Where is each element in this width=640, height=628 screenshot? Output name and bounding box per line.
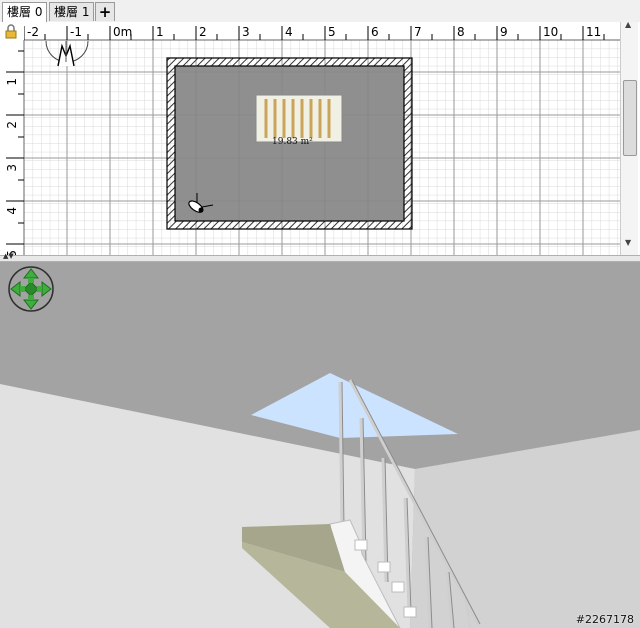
- scroll-down-icon[interactable]: ▼: [625, 238, 631, 247]
- lock-icon[interactable]: [0, 22, 24, 40]
- level-tab-bar: 樓層 0 樓層 1 +: [0, 0, 640, 23]
- ruler-h-label: 3: [242, 25, 250, 39]
- ruler-h-label: 1: [156, 25, 164, 39]
- scroll-thumb[interactable]: [623, 80, 637, 156]
- ruler-h-label: 4: [285, 25, 293, 39]
- ruler-h-label: -1: [70, 25, 82, 39]
- staircase[interactable]: [255, 94, 343, 143]
- plan-vertical-scrollbar[interactable]: ▲ ▼: [620, 22, 638, 255]
- ruler-h-label: 6: [371, 25, 379, 39]
- tab-level-1[interactable]: 樓層 1: [49, 2, 95, 21]
- ruler-h-label: 5: [328, 25, 336, 39]
- navigation-arrows-icon[interactable]: [8, 266, 54, 312]
- splitter-arrows-icon[interactable]: ▲▼: [3, 253, 14, 260]
- add-level-button[interactable]: +: [95, 2, 115, 21]
- view-splitter[interactable]: ▲▼: [0, 253, 640, 262]
- watermark-text: #2267178: [575, 613, 634, 626]
- ruler-v-label: 4: [5, 207, 19, 215]
- room-area-label: 19.83 m²: [272, 137, 313, 147]
- ruler-h-label: 8: [457, 25, 465, 39]
- ruler-h-label: 0m: [113, 25, 132, 39]
- ruler-h-label: 10: [543, 25, 558, 39]
- plan-canvas[interactable]: -2 -1 0m 1 2 3 4 5 6 7 8 9 10 11 1 2 3 4…: [0, 22, 640, 255]
- ruler-h-label: 9: [500, 25, 508, 39]
- 3d-canvas[interactable]: [0, 262, 640, 628]
- ruler-h-label: -2: [27, 25, 39, 39]
- scroll-up-icon[interactable]: ▲: [625, 22, 631, 29]
- view-3d[interactable]: #2267178: [0, 262, 640, 628]
- ruler-h-label: 7: [414, 25, 422, 39]
- horizontal-ruler: [0, 22, 620, 40]
- ruler-v-label: 3: [5, 164, 19, 172]
- ruler-h-label: 11: [586, 25, 601, 39]
- ruler-h-label: 2: [199, 25, 207, 39]
- ruler-v-label: 1: [5, 78, 19, 86]
- plan-view[interactable]: -2 -1 0m 1 2 3 4 5 6 7 8 9 10 11 1 2 3 4…: [0, 22, 640, 255]
- tab-level-0[interactable]: 樓層 0: [2, 2, 48, 23]
- ruler-v-label: 2: [5, 121, 19, 129]
